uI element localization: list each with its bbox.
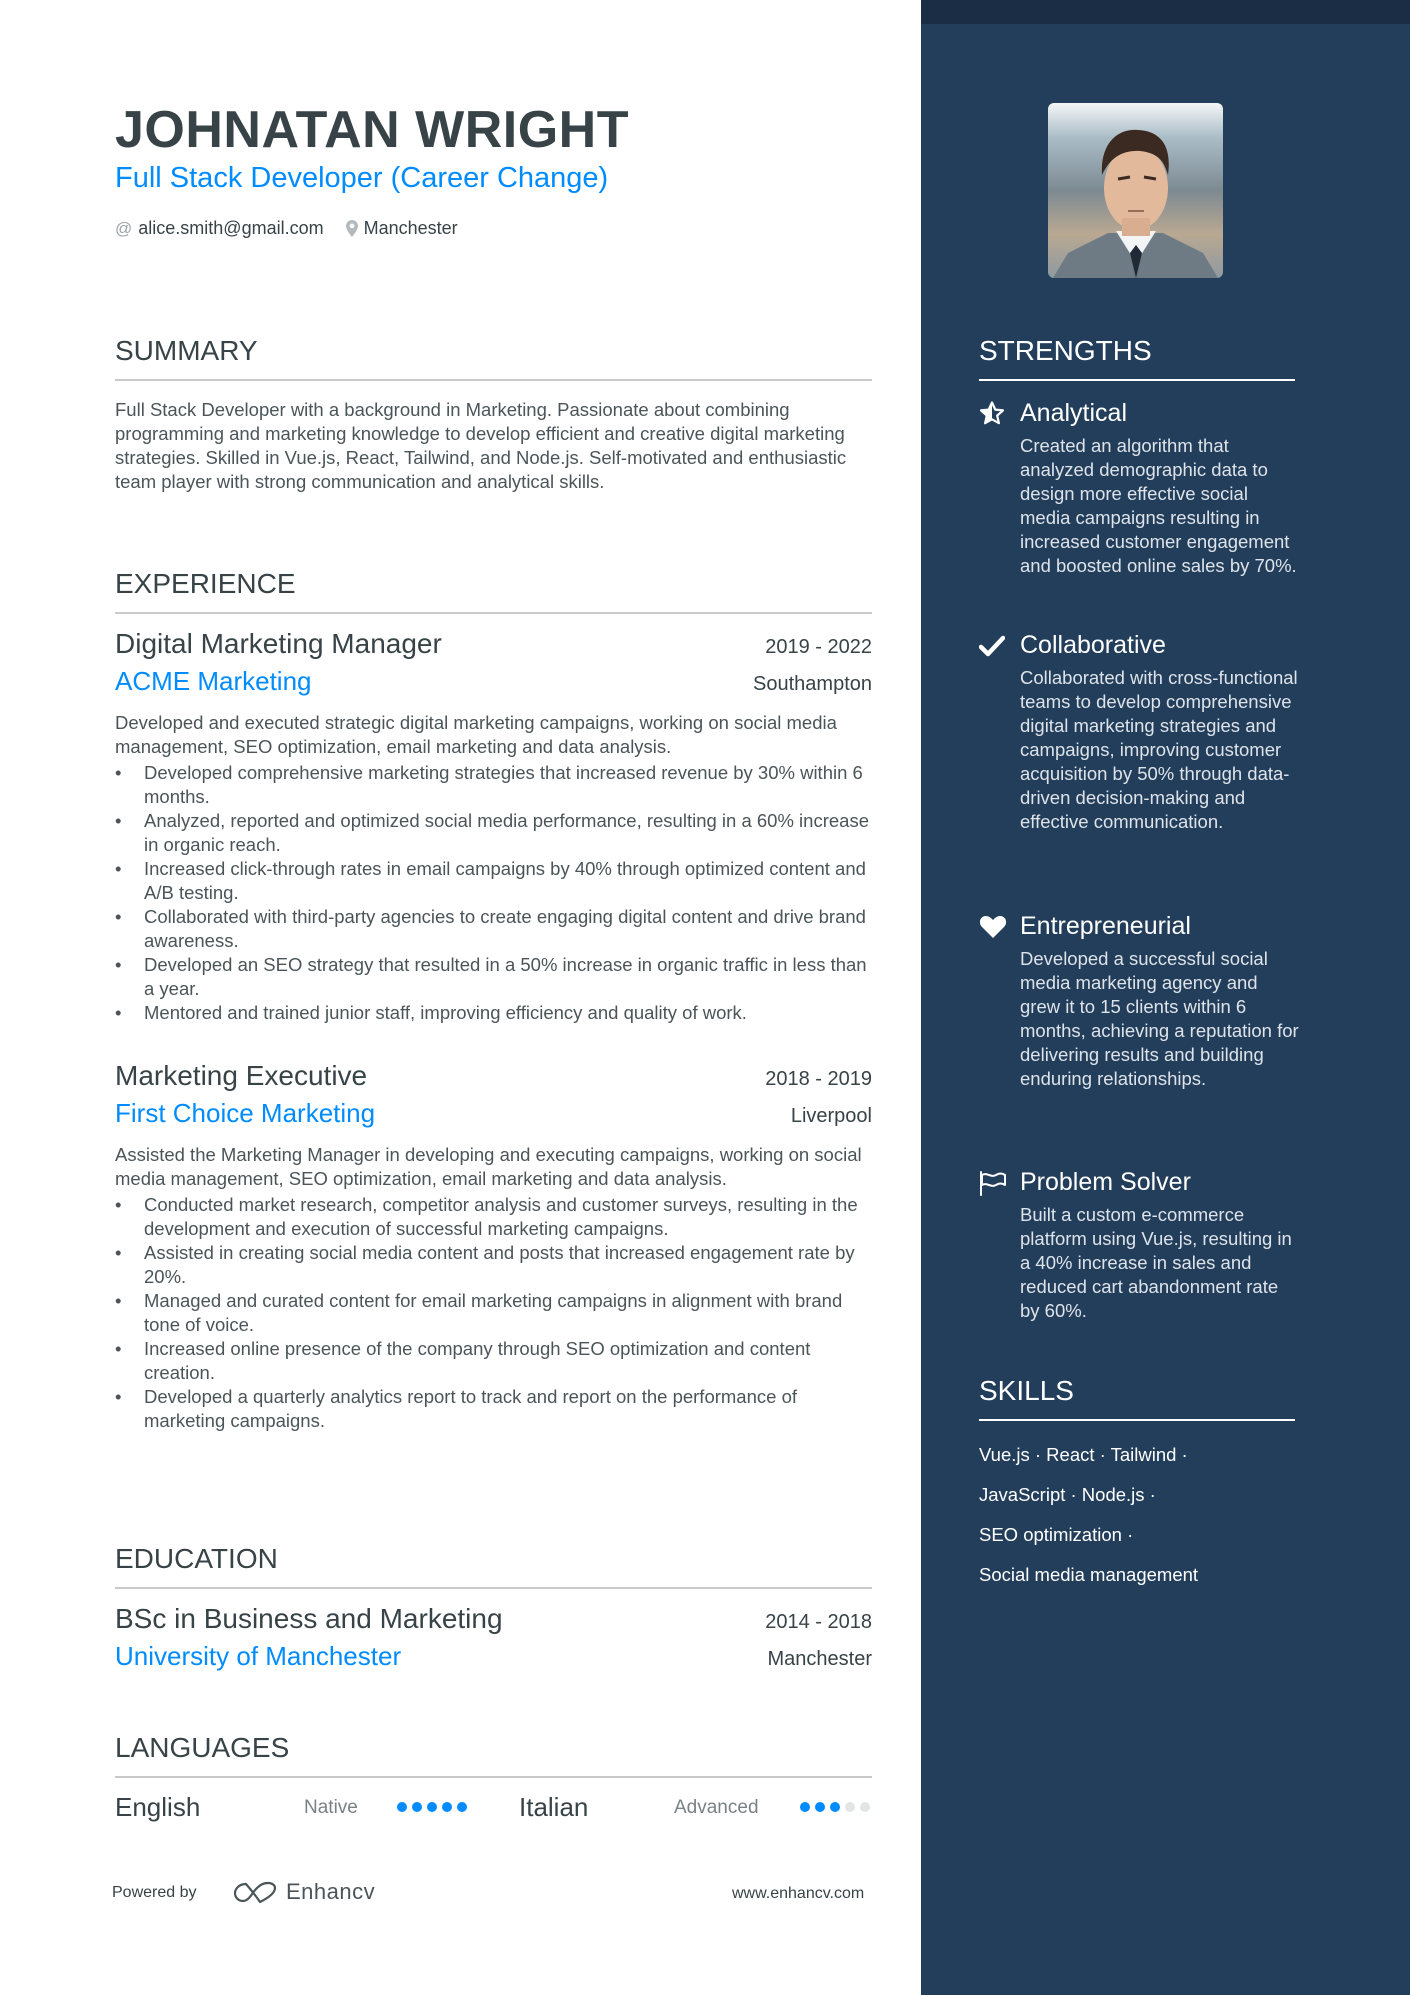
job-company: ACME Marketing bbox=[115, 666, 312, 696]
education-entry: BSc in Business and Marketing 2014 - 201… bbox=[115, 1603, 872, 1672]
powered-by-label: Powered by bbox=[112, 1884, 197, 1901]
enhancv-logo[interactable]: Enhancv bbox=[232, 1879, 375, 1905]
email-text: alice.smith@gmail.com bbox=[138, 218, 324, 238]
rating-dot-filled bbox=[830, 1802, 840, 1812]
bullet-item: Conducted market research, competitor an… bbox=[115, 1193, 872, 1241]
job-dates: 2019 - 2022 bbox=[765, 636, 872, 658]
sidebar: STRENGTHS Analytical Created an algorith… bbox=[921, 0, 1410, 1995]
language-rating bbox=[397, 1802, 467, 1812]
bullet-item: Increased click-through rates in email c… bbox=[115, 857, 872, 905]
at-icon: @ bbox=[115, 218, 133, 238]
rating-dot-filled bbox=[412, 1802, 422, 1812]
strength-title: Collaborative bbox=[1020, 631, 1166, 659]
contact-location: Manchester bbox=[345, 218, 458, 239]
check-icon bbox=[979, 633, 1009, 659]
job-bullets: Conducted market research, competitor an… bbox=[115, 1193, 872, 1433]
language-level: Advanced bbox=[674, 1797, 759, 1818]
bullet-item: Collaborated with third-party agencies t… bbox=[115, 905, 872, 953]
strength-title: Problem Solver bbox=[1020, 1168, 1191, 1196]
languages-heading: LANGUAGES bbox=[115, 1732, 872, 1778]
language-name: English bbox=[115, 1792, 201, 1822]
strengths-heading: STRENGTHS bbox=[979, 335, 1295, 381]
strength-title: Entrepreneurial bbox=[1020, 912, 1191, 940]
candidate-name: JOHNATAN WRIGHT bbox=[115, 101, 629, 159]
contact-email[interactable]: @ alice.smith@gmail.com bbox=[115, 218, 324, 239]
star-icon bbox=[979, 401, 1009, 427]
bullet-item: Developed comprehensive marketing strate… bbox=[115, 761, 872, 809]
strength-title: Analytical bbox=[1020, 399, 1127, 427]
job-entry: Digital Marketing Manager 2019 - 2022 AC… bbox=[115, 628, 872, 1025]
job-location: Liverpool bbox=[790, 1105, 872, 1127]
bullet-item: Assisted in creating social media conten… bbox=[115, 1241, 872, 1289]
job-bullets: Developed comprehensive marketing strate… bbox=[115, 761, 872, 1025]
skill-line: Vue.js · React · Tailwind · bbox=[979, 1444, 1188, 1465]
strength-item: Analytical Created an algorithm that ana… bbox=[979, 399, 1299, 578]
bullet-item: Analyzed, reported and optimized social … bbox=[115, 809, 872, 857]
strength-item: Entrepreneurial Developed a successful s… bbox=[979, 912, 1299, 1091]
bullet-item: Mentored and trained junior staff, impro… bbox=[115, 1001, 872, 1025]
job-title: Digital Marketing Manager bbox=[115, 628, 442, 659]
languages-list: English Native Italian Advanced bbox=[115, 1792, 872, 1826]
location-text: Manchester bbox=[363, 218, 458, 238]
bullet-item: Managed and curated content for email ma… bbox=[115, 1289, 872, 1337]
language-rating bbox=[800, 1802, 870, 1812]
strength-description: Created an algorithm that analyzed demog… bbox=[1020, 435, 1297, 576]
language-name: Italian bbox=[519, 1792, 589, 1822]
job-description: Developed and executed strategic digital… bbox=[115, 712, 837, 757]
heart-icon bbox=[979, 914, 1009, 940]
rating-dot-filled bbox=[397, 1802, 407, 1812]
enhancv-brand: Enhancv bbox=[286, 1879, 376, 1904]
job-entry: Marketing Executive 2018 - 2019 First Ch… bbox=[115, 1060, 872, 1433]
strength-description: Built a custom e-commerce platform using… bbox=[1020, 1204, 1292, 1321]
summary-heading: SUMMARY bbox=[115, 335, 872, 381]
skills-heading: SKILLS bbox=[979, 1375, 1295, 1421]
rating-dot-filled bbox=[442, 1802, 452, 1812]
main-column: JOHNATAN WRIGHT Full Stack Developer (Ca… bbox=[0, 0, 921, 1995]
bullet-item: Developed a quarterly analytics report t… bbox=[115, 1385, 872, 1433]
skills-list: Vue.js · React · Tailwind · JavaScript ·… bbox=[979, 1435, 1299, 1595]
skill-line: SEO optimization · bbox=[979, 1524, 1134, 1545]
sidebar-top-band bbox=[921, 0, 1410, 24]
job-dates: 2018 - 2019 bbox=[765, 1068, 872, 1090]
rating-dot-filled bbox=[800, 1802, 810, 1812]
job-company: First Choice Marketing bbox=[115, 1098, 376, 1128]
summary-text: Full Stack Developer with a background i… bbox=[115, 399, 847, 492]
strength-description: Developed a successful social media mark… bbox=[1020, 948, 1299, 1089]
rating-dot-empty bbox=[860, 1802, 870, 1812]
profile-photo bbox=[1048, 103, 1223, 278]
job-description: Assisted the Marketing Manager in develo… bbox=[115, 1144, 862, 1189]
education-heading: EDUCATION bbox=[115, 1543, 872, 1589]
experience-heading: EXPERIENCE bbox=[115, 568, 872, 614]
education-dates: 2014 - 2018 bbox=[765, 1611, 872, 1633]
bullet-item: Developed an SEO strategy that resulted … bbox=[115, 953, 872, 1001]
skill-line: Social media management bbox=[979, 1564, 1199, 1585]
rating-dot-filled bbox=[457, 1802, 467, 1812]
strength-description: Collaborated with cross-functional teams… bbox=[1020, 667, 1298, 832]
bullet-item: Increased online presence of the company… bbox=[115, 1337, 872, 1385]
strength-item: Problem Solver Built a custom e-commerce… bbox=[979, 1168, 1299, 1323]
flag-icon bbox=[979, 1170, 1009, 1196]
rating-dot-filled bbox=[815, 1802, 825, 1812]
rating-dot-filled bbox=[427, 1802, 437, 1812]
degree: BSc in Business and Marketing bbox=[115, 1603, 503, 1634]
candidate-title: Full Stack Developer (Career Change) bbox=[115, 162, 609, 194]
strength-item: Collaborative Collaborated with cross-fu… bbox=[979, 631, 1299, 834]
footer-url-link[interactable]: www.enhancv.com bbox=[732, 1885, 864, 1903]
contact-info: @ alice.smith@gmail.com Manchester bbox=[115, 218, 480, 239]
job-location: Southampton bbox=[753, 673, 872, 695]
job-title: Marketing Executive bbox=[115, 1060, 368, 1091]
school: University of Manchester bbox=[115, 1641, 402, 1671]
language-level: Native bbox=[304, 1797, 358, 1818]
map-pin-icon bbox=[345, 220, 358, 237]
education-location: Manchester bbox=[767, 1648, 873, 1670]
enhancv-logo-icon bbox=[233, 1881, 277, 1904]
rating-dot-empty bbox=[845, 1802, 855, 1812]
skill-line: JavaScript · Node.js · bbox=[979, 1484, 1156, 1505]
